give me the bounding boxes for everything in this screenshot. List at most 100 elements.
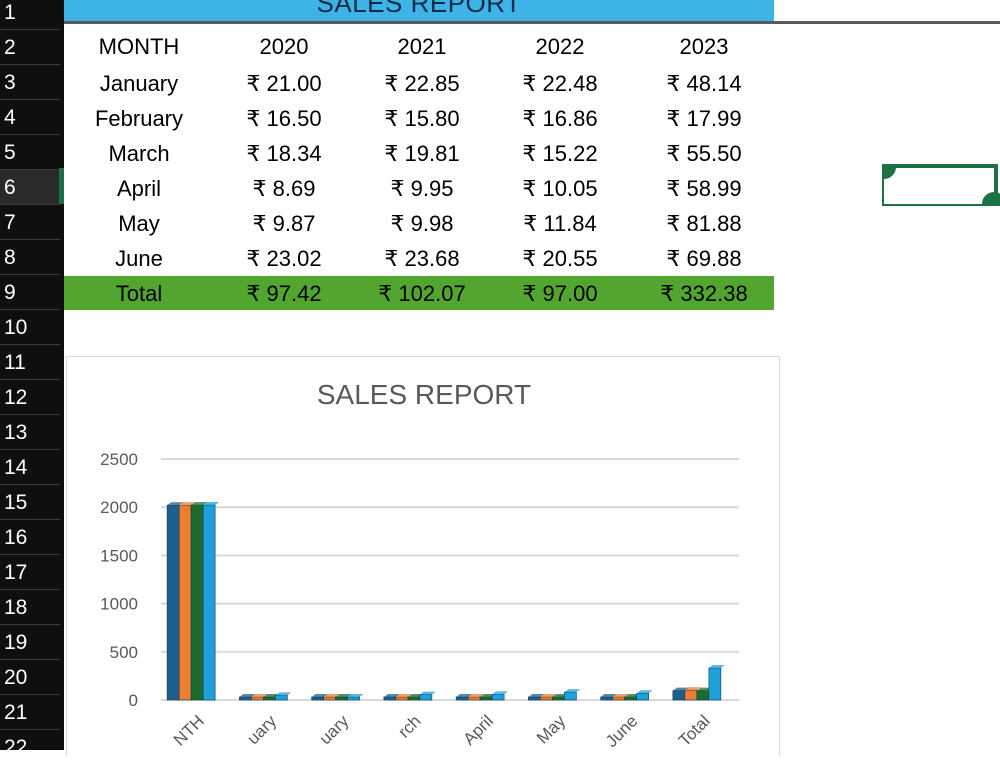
bar-top (636, 690, 653, 694)
bar (383, 696, 397, 701)
value-cell[interactable]: ₹ 11.84 (490, 206, 630, 241)
bar (263, 696, 276, 701)
value-cell[interactable]: ₹ 10.05 (490, 171, 630, 206)
report-title-cell[interactable]: SALES REPORT (64, 0, 774, 21)
row-header-20[interactable]: 20 (0, 659, 60, 694)
bar (479, 696, 493, 701)
row-header-4[interactable]: 4 (0, 99, 60, 134)
bar (311, 696, 324, 701)
total-value-cell[interactable]: ₹ 332.38 (630, 276, 778, 311)
row-header-5[interactable]: 5 (0, 134, 60, 169)
row-header-10[interactable]: 10 (0, 309, 60, 344)
shape-selection-handle[interactable] (882, 164, 1000, 206)
value-cell[interactable]: ₹ 48.14 (630, 66, 778, 101)
value-cell[interactable]: ₹ 19.81 (352, 136, 492, 171)
header-cell[interactable]: MONTH (64, 29, 214, 64)
resize-handle-top-left[interactable] (882, 164, 896, 179)
x-tick-label: uary (243, 711, 280, 748)
row-header-6[interactable]: 6 (0, 169, 60, 204)
value-cell[interactable]: ₹ 20.55 (490, 241, 630, 276)
value-cell[interactable]: ₹ 18.34 (210, 136, 358, 171)
bar (323, 696, 336, 701)
value-cell[interactable]: ₹ 58.99 (630, 171, 778, 206)
row-header-3[interactable]: 3 (0, 64, 60, 99)
row-header-22[interactable]: 22 (0, 729, 60, 764)
value-cell[interactable]: ₹ 9.95 (352, 171, 492, 206)
x-tick-label: NTH (170, 711, 208, 749)
total-value-cell[interactable]: ₹ 102.07 (352, 276, 492, 311)
value-cell[interactable]: ₹ 22.85 (352, 66, 492, 101)
row-header-14[interactable]: 14 (0, 449, 60, 484)
total-value-cell[interactable]: ₹ 97.42 (210, 276, 358, 311)
header-cell[interactable]: 2023 (630, 29, 778, 64)
value-cell[interactable]: ₹ 15.22 (490, 136, 630, 171)
value-cell[interactable]: ₹ 81.88 (630, 206, 778, 241)
row-header-21[interactable]: 21 (0, 694, 60, 729)
report-title: SALES REPORT (316, 0, 522, 18)
total-label-cell[interactable]: Total (64, 276, 214, 311)
month-cell[interactable]: April (64, 171, 214, 206)
bar (347, 696, 360, 701)
bar (455, 696, 469, 701)
y-tick-label: 0 (129, 691, 138, 710)
value-cell[interactable]: ₹ 21.00 (210, 66, 358, 101)
row-header-15[interactable]: 15 (0, 484, 60, 519)
value-cell[interactable]: ₹ 22.48 (490, 66, 630, 101)
value-cell[interactable]: ₹ 16.86 (490, 101, 630, 136)
bar-top (564, 689, 581, 693)
header-cell[interactable]: 2022 (490, 29, 630, 64)
bar (600, 696, 613, 701)
bar (624, 696, 637, 701)
bar (395, 696, 409, 701)
bar (407, 696, 421, 701)
bar (239, 696, 252, 701)
row-header-18[interactable]: 18 (0, 589, 60, 624)
bar (636, 692, 649, 701)
row-headers: 1 2 3 4 5 6 7 8 9 10 11 12 13 14 15 16 17 18 19 20 21 22 (0, 0, 64, 759)
row-header-11[interactable]: 11 (0, 344, 60, 379)
month-cell[interactable]: June (64, 241, 214, 276)
header-cell[interactable]: 2020 (210, 29, 358, 64)
bar-top (275, 692, 292, 696)
value-cell[interactable]: ₹ 8.69 (210, 171, 358, 206)
bar (251, 696, 264, 701)
x-tick-label: uary (316, 711, 353, 748)
row-header-7[interactable]: 7 (0, 204, 60, 239)
bar (335, 696, 348, 701)
value-cell[interactable]: ₹ 23.68 (352, 241, 492, 276)
resize-handle-bottom-right[interactable] (982, 192, 1000, 206)
header-cell[interactable]: 2021 (352, 29, 492, 64)
month-cell[interactable]: May (64, 206, 214, 241)
value-cell[interactable]: ₹ 9.87 (210, 206, 358, 241)
row-header-16[interactable]: 16 (0, 519, 60, 554)
row-header-9[interactable]: 9 (0, 274, 60, 309)
month-cell[interactable]: March (64, 136, 214, 171)
row-header-19[interactable]: 19 (0, 624, 60, 659)
bar-top (708, 664, 725, 668)
sales-chart[interactable]: SALES REPORT 0 500 1000 1500 2000 2500 NTH uary… (66, 356, 780, 756)
bar (190, 504, 204, 701)
value-cell[interactable]: ₹ 69.88 (630, 241, 778, 276)
bar (491, 694, 505, 701)
value-cell[interactable]: ₹ 17.99 (630, 101, 778, 136)
chart-plot: 0 500 1000 1500 2000 2500 NTH uary uary rch April M… (100, 450, 739, 751)
total-value-cell[interactable]: ₹ 97.00 (490, 276, 630, 311)
month-cell[interactable]: February (64, 101, 214, 136)
bar (178, 504, 192, 701)
value-cell[interactable]: ₹ 9.98 (352, 206, 492, 241)
row-header-1[interactable]: 1 (0, 0, 60, 29)
row-header-8[interactable]: 8 (0, 239, 60, 274)
row-header-2[interactable]: 2 (0, 29, 60, 64)
row-header-13[interactable]: 13 (0, 414, 60, 449)
bar (419, 694, 433, 701)
value-cell[interactable]: ₹ 15.80 (352, 101, 492, 136)
x-tick-label: May (533, 711, 569, 747)
value-cell[interactable]: ₹ 16.50 (210, 101, 358, 136)
bar (202, 504, 216, 701)
row-header-17[interactable]: 17 (0, 554, 60, 589)
selection-frame (882, 164, 998, 206)
row-header-12[interactable]: 12 (0, 379, 60, 414)
value-cell[interactable]: ₹ 55.50 (630, 136, 778, 171)
month-cell[interactable]: January (64, 66, 214, 101)
value-cell[interactable]: ₹ 23.02 (210, 241, 358, 276)
